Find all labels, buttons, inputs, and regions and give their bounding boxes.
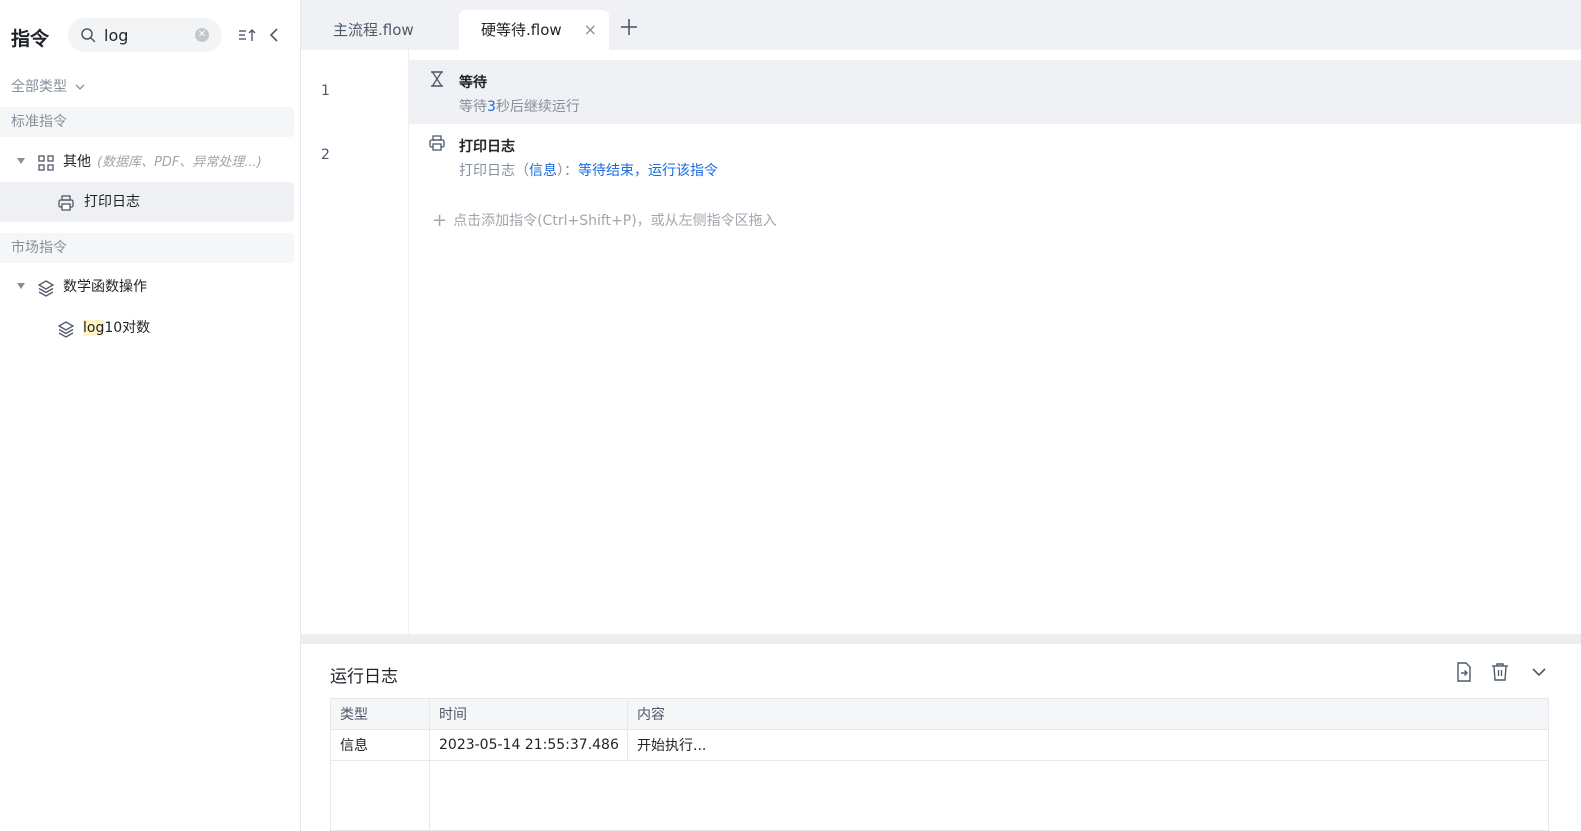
trash-icon[interactable]	[1489, 661, 1511, 683]
sidebar-header: 指令 ✕	[0, 0, 301, 70]
statement-title: 打印日志	[459, 139, 515, 155]
search-box[interactable]: ✕	[68, 18, 222, 52]
tab-label: 主流程.flow	[333, 21, 414, 39]
search-match-highlight: log	[83, 320, 105, 336]
column-header: 类型	[330, 698, 430, 730]
type-filter-dropdown[interactable]: 全部类型	[11, 76, 85, 96]
tree-item-label: 打印日志	[84, 194, 140, 210]
table-row[interactable]: 信息 2023-05-14 21:55:37.486 开始执行...	[330, 729, 1549, 761]
layers-icon	[57, 321, 75, 338]
empty-cell	[430, 761, 628, 831]
add-instruction-hint[interactable]: + 点击添加指令(Ctrl+Shift+P)，或从左侧指令区拖入	[432, 210, 777, 231]
line-number: 2	[321, 147, 330, 163]
line-number: 1	[321, 83, 330, 99]
statement-print-log[interactable]: 打印日志 打印日志（信息）：等待结束，运行该指令	[409, 124, 1581, 188]
panel-splitter[interactable]	[301, 634, 1581, 644]
export-log-icon[interactable]	[1453, 661, 1475, 683]
column-header: 内容	[627, 698, 1549, 730]
add-tab-icon[interactable]	[618, 16, 640, 38]
wait-seconds-value[interactable]: 3	[487, 99, 496, 115]
printer-icon	[429, 135, 445, 151]
collapse-sidebar-icon[interactable]	[267, 26, 281, 44]
chevron-down-icon[interactable]	[1528, 661, 1550, 683]
grid-icon	[38, 155, 54, 171]
tab-bar: 主流程.flow 硬等待.flow ×	[301, 0, 1581, 50]
tree-item-label: log10对数	[83, 320, 151, 336]
caret-down-icon[interactable]	[17, 158, 25, 164]
section-standard: 标准指令	[0, 107, 294, 137]
sidebar-title: 指令	[11, 28, 50, 50]
close-icon[interactable]: ×	[584, 10, 597, 50]
tab-label: 硬等待.flow	[481, 21, 562, 39]
log-table-header: 类型 时间 内容	[330, 698, 1549, 730]
caret-down-icon[interactable]	[17, 283, 25, 289]
tree-group-math[interactable]: 数学函数操作	[0, 267, 294, 307]
tree-group-other[interactable]: 其他 (数据库、PDF、异常处理...)	[0, 142, 294, 182]
tree-item-log10[interactable]: log10对数	[0, 308, 294, 348]
log-message-value[interactable]: 等待结束，运行该指令	[578, 163, 718, 179]
empty-cell	[330, 760, 430, 831]
statement-desc: 打印日志（信息）：等待结束，运行该指令	[459, 163, 718, 179]
statement-wait[interactable]: 等待 等待3秒后继续运行	[409, 60, 1581, 124]
empty-cell	[627, 760, 1549, 831]
log-level-value[interactable]: 信息	[529, 163, 557, 179]
section-market: 市场指令	[0, 233, 294, 263]
line-gutter: 1 2	[311, 50, 409, 634]
log-panel-title: 运行日志	[330, 667, 398, 687]
layers-icon	[37, 280, 55, 297]
statement-title: 等待	[459, 75, 487, 91]
tree-group-hint: (数据库、PDF、异常处理...)	[97, 155, 262, 170]
tab-hard-wait-flow[interactable]: 硬等待.flow ×	[459, 10, 609, 50]
printer-icon	[58, 195, 74, 211]
tree-group-label: 数学函数操作	[63, 279, 147, 295]
tree-item-print-log[interactable]: 打印日志	[0, 182, 294, 222]
type-filter-label: 全部类型	[11, 79, 67, 95]
clear-search-icon[interactable]: ✕	[195, 28, 209, 42]
log-table: 类型 时间 内容 信息 2023-05-14 21:55:37.486 开始执行…	[330, 698, 1549, 831]
run-log-panel: 运行日志 类型 时间 内容 信息 2023-05-14 21:55:37.486…	[311, 644, 1581, 831]
plus-icon: +	[432, 210, 448, 231]
log-content-cell: 开始执行...	[627, 729, 1549, 761]
empty-row	[330, 760, 1549, 831]
search-input[interactable]	[104, 24, 192, 46]
statement-desc: 等待3秒后继续运行	[459, 99, 580, 115]
search-icon	[81, 28, 96, 43]
log-time-cell: 2023-05-14 21:55:37.486	[429, 729, 628, 761]
tree-group-label: 其他 (数据库、PDF、异常处理...)	[63, 154, 262, 170]
sort-icon[interactable]	[237, 26, 257, 44]
hourglass-icon	[431, 71, 443, 87]
instruction-sidebar: 指令 ✕ 全部类型 标准指令	[0, 0, 301, 831]
column-header: 时间	[429, 698, 628, 730]
chevron-down-icon	[75, 84, 85, 90]
flow-editor: 1 2 等待 等待3秒后继续运行 打印日志 打印日志（信息）：等待结束，运行该指…	[301, 50, 1581, 634]
log-type-cell: 信息	[330, 729, 430, 761]
tab-main-flow[interactable]: 主流程.flow	[303, 10, 459, 50]
